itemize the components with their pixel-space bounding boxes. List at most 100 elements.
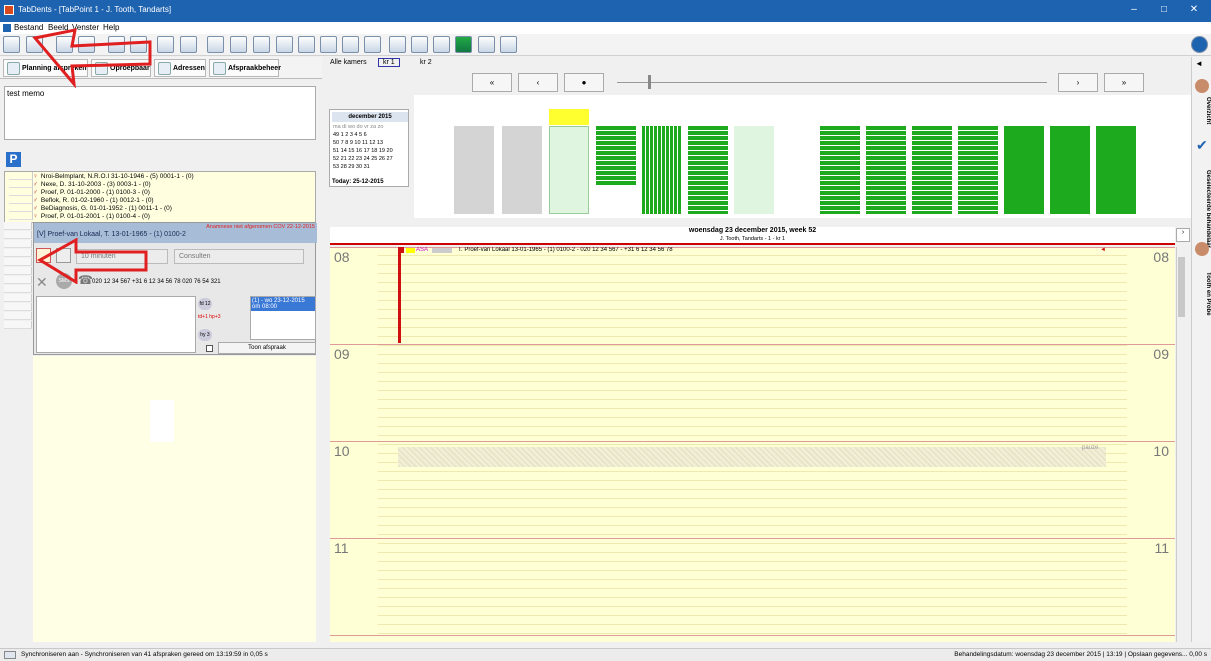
collapse-arrow-icon[interactable]: ◄: [1195, 59, 1203, 68]
pause-block[interactable]: [398, 447, 1106, 467]
cursor-icon[interactable]: [253, 36, 270, 53]
scroll-thumb[interactable]: [1178, 257, 1185, 317]
hour-label: 08: [334, 249, 350, 265]
gender-icon: ♂: [33, 181, 38, 188]
next-day-button[interactable]: ›: [1058, 73, 1098, 92]
tooth-icon[interactable]: [389, 36, 406, 53]
prev-week-button[interactable]: «: [472, 73, 512, 92]
move-icon[interactable]: [230, 36, 247, 53]
patient-row[interactable]: ♀ Proef, P. 01-01-2001 - (1) 0100-4 - (0): [33, 213, 150, 220]
appointment-text[interactable]: T. Proef-van Lokaal 13-01-1965 - (1) 010…: [458, 247, 673, 253]
today-header: [549, 109, 589, 125]
status-left: Synchroniseren aan - Synchroniseren van …: [21, 651, 268, 658]
day-31-icon[interactable]: [364, 36, 381, 53]
row-number: [9, 196, 33, 204]
hour-label: 11: [1154, 540, 1169, 556]
tab-tooth-probe[interactable]: Tooth en Probe: [1193, 259, 1211, 329]
day-column[interactable]: [688, 126, 728, 214]
card-icon[interactable]: [478, 36, 495, 53]
calendar-icon[interactable]: [3, 36, 20, 53]
day-column[interactable]: [820, 126, 860, 214]
day-column-today[interactable]: [549, 126, 589, 214]
memo-field[interactable]: test memo: [4, 86, 316, 140]
calendar-week-row[interactable]: 52 21 22 23 24 25 26 27: [333, 156, 393, 162]
patient-row[interactable]: ♀ Nroi-Belmplant, N.R.O.I 31-10-1946 - (5…: [33, 173, 194, 180]
teeth-icon[interactable]: [411, 36, 428, 53]
tab-adressen-label: Adressen: [173, 65, 205, 72]
timeline-slider[interactable]: [617, 82, 1047, 83]
calendar-today[interactable]: Today: 25-12-2015: [332, 179, 384, 185]
next-week-button[interactable]: »: [1104, 73, 1144, 92]
patient-label: Nroi-Belmplant, N.R.O.I 31-10-1946 - (5)…: [40, 173, 194, 180]
day-date: woensdag 23 december 2015, week 52: [688, 227, 817, 234]
help-icon[interactable]: [1191, 36, 1208, 53]
day-column[interactable]: [734, 126, 774, 214]
calendar-month-label: december 2015: [348, 114, 392, 120]
day-scrollbar[interactable]: [1176, 247, 1186, 642]
day-column[interactable]: [1050, 126, 1090, 214]
patient-row[interactable]: ♂ Nexe, D. 31-10-2003 - (3) 0003-1 - (0): [33, 181, 151, 188]
day-1-icon[interactable]: [320, 36, 337, 53]
hour-label: 08: [1153, 249, 1169, 265]
frame-icon[interactable]: [433, 36, 450, 53]
avatar-overview: [1195, 79, 1209, 93]
calendar-week-row[interactable]: 51 14 15 16 17 18 19 20: [333, 148, 393, 154]
binoculars-icon[interactable]: [207, 36, 224, 53]
copy-icon[interactable]: [180, 36, 197, 53]
room-kr2-tab[interactable]: kr 2: [420, 59, 432, 66]
hour-label: 09: [334, 346, 350, 362]
day-7-icon[interactable]: [342, 36, 359, 53]
day-column[interactable]: [958, 126, 998, 214]
minimize-button[interactable]: –: [1124, 4, 1144, 15]
row-header-column: [4, 222, 32, 332]
room-kr1-tab[interactable]: kr 1: [378, 58, 400, 67]
day-column[interactable]: [1004, 126, 1044, 214]
today-button[interactable]: ●: [564, 73, 604, 92]
maximize-button[interactable]: □: [1154, 4, 1174, 15]
tab-afspraakbeheer[interactable]: Afspraakbeheer: [209, 59, 281, 77]
option-checkbox[interactable]: [206, 345, 213, 352]
patient-note-field[interactable]: [36, 296, 196, 353]
day-column[interactable]: [642, 126, 682, 214]
show-appointment-button[interactable]: Toon afspraak: [218, 342, 316, 354]
tab-adressen[interactable]: Adressen: [154, 59, 206, 77]
tab-overzicht[interactable]: Overzicht: [1193, 97, 1211, 124]
time-slots[interactable]: [378, 247, 1127, 642]
next-date-button[interactable]: ›: [1176, 228, 1190, 242]
all-rooms-link[interactable]: Alle kamers: [330, 59, 367, 66]
gender-icon: ♂: [33, 197, 38, 204]
mdi-icon: [3, 24, 11, 32]
fd-badge: fd 12: [198, 298, 212, 310]
window-title: TabDents - [TabPoint 1 - J. Tooth, Tanda…: [18, 5, 172, 14]
check-icon: ✔: [1196, 137, 1208, 153]
right-side-panel: ◄ Overzicht ✔ Geselecteerde behandelaar …: [1191, 57, 1211, 642]
day-column[interactable]: [596, 126, 636, 186]
zoom-icon[interactable]: [500, 36, 517, 53]
day-column[interactable]: [454, 126, 494, 214]
type-select[interactable]: Consulten: [174, 249, 304, 264]
week-icon[interactable]: [298, 36, 315, 53]
prev-day-button[interactable]: ‹: [518, 73, 558, 92]
appointment-bar[interactable]: [398, 247, 401, 343]
day-column[interactable]: [502, 126, 542, 214]
patient-row[interactable]: ♂ Beflok, R. 01-02-1960 - (1) 0012-1 - (0…: [33, 197, 154, 204]
green-status-icon[interactable]: [455, 36, 472, 53]
row-header: [4, 258, 32, 266]
close-button[interactable]: ✕: [1184, 4, 1204, 15]
day-column[interactable]: [912, 126, 952, 214]
day-column[interactable]: [866, 126, 906, 214]
calendar-week-row[interactable]: 49 1 2 3 4 5 6: [333, 132, 367, 138]
chat-icon[interactable]: [276, 36, 293, 53]
parking-icon[interactable]: P: [6, 152, 21, 167]
day-column[interactable]: [1096, 126, 1136, 214]
timeline-handle[interactable]: [648, 75, 651, 89]
calendar-week-row[interactable]: 50 7 8 9 10 11 12 13: [333, 140, 383, 146]
calendar-week-row[interactable]: 53 28 29 30 31: [333, 164, 370, 170]
day-header: woensdag 23 december 2015, week 52 J. To…: [330, 227, 1175, 245]
room-bar: Alle kamers kr 1 kr 2: [322, 57, 1191, 71]
td-badge: td+1 hp+3: [198, 314, 221, 320]
patient-row[interactable]: ♂ Proef, P. 01-01-2000 - (1) 0100-3 - (0): [33, 189, 150, 196]
appointment-item[interactable]: (1) - wo 23-12-2015 om 08:00: [251, 297, 315, 311]
avatar-practitioner: [1195, 242, 1209, 256]
patient-row[interactable]: ♂ BeDiagnosis, G. 01-01-1952 - (1) 0011-1…: [33, 205, 172, 212]
